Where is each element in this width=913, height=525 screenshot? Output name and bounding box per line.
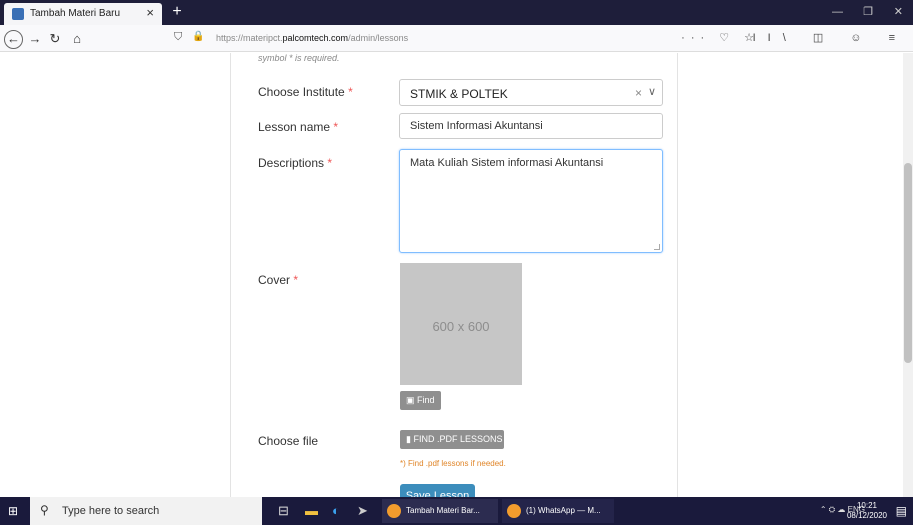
navigation-bar: ← → ↻ ⌂ ⛉ 🔒 https://materipct.palcomtech… [0, 25, 913, 52]
chevron-down-icon[interactable]: ∨ [648, 85, 656, 98]
search-placeholder: Type here to search [62, 505, 160, 517]
choose-file-label: Choose file [258, 434, 319, 448]
institute-selected-value: STMIK & POLTEK [410, 87, 508, 101]
windows-taskbar: ⊞ ⚲ Type here to search ⊟ ▬ ◐ ➤ Tambah M… [0, 497, 913, 525]
shield-icon[interactable]: ⛉ [174, 31, 182, 44]
taskbar-app-firefox[interactable]: Tambah Materi Bar... [382, 499, 498, 523]
firefox-icon [507, 504, 521, 518]
reload-button[interactable]: ↻ [46, 30, 64, 48]
find-pdf-button[interactable]: ▮ FIND .PDF LESSONS [400, 430, 504, 449]
required-note: symbol * is required. [258, 53, 340, 63]
task-view-icon[interactable]: ⊟ [278, 503, 289, 519]
file-explorer-icon[interactable]: ▬ [305, 503, 318, 519]
notification-icon[interactable]: ▤ [896, 504, 907, 518]
browser-tab[interactable]: Tambah Materi Baru × [4, 3, 162, 25]
cover-placeholder-text: 600 x 600 [432, 319, 490, 334]
home-button[interactable]: ⌂ [68, 30, 86, 48]
back-button[interactable]: ← [4, 30, 23, 49]
firefox-icon [387, 504, 401, 518]
tab-title: Tambah Materi Baru [30, 8, 121, 19]
search-icon: ⚲ [40, 503, 49, 517]
page-actions-icons[interactable]: ··· ♡ ☆ [681, 31, 760, 44]
find-cover-button[interactable]: ▣ Find [400, 391, 441, 410]
minimize-icon[interactable]: — [832, 6, 843, 18]
close-window-icon[interactable]: ✕ [894, 6, 903, 18]
lesson-name-input[interactable]: Sistem Informasi Akuntansi [399, 113, 663, 139]
resize-handle[interactable] [654, 244, 660, 250]
cover-label: Cover * [258, 273, 299, 287]
descriptions-label: Descriptions * [258, 156, 333, 170]
toolbar-icons[interactable]: II\ ◫ ☺ ≡ [753, 31, 907, 44]
descriptions-text: Mata Kuliah Sistem informasi Akuntansi [410, 157, 604, 169]
file-icon: ▮ [406, 434, 411, 444]
taskbar-search[interactable]: ⚲ Type here to search [30, 497, 262, 525]
pinned-app-icon[interactable]: ➤ [357, 503, 368, 519]
lesson-name-label: Lesson name * [258, 120, 339, 134]
address-bar[interactable]: ⛉ 🔒 https://materipct.palcomtech.com/adm… [168, 29, 766, 49]
pdf-hint: *) Find .pdf lessons if needed. [400, 459, 506, 468]
institute-select[interactable]: STMIK & POLTEK × ∨ [399, 79, 663, 106]
tab-close-icon[interactable]: × [146, 6, 154, 20]
page-content: symbol * is required. Choose Institute *… [0, 53, 913, 497]
forward-button[interactable]: → [26, 30, 44, 48]
cover-preview-image: 600 x 600 [400, 263, 522, 385]
new-tab-button[interactable]: + [168, 3, 186, 21]
taskbar-clock[interactable]: 10:21 08/12/2020 [847, 501, 887, 521]
save-lesson-button[interactable]: Save Lesson [400, 484, 475, 497]
restore-icon[interactable]: ❐ [863, 6, 873, 18]
windows-start-icon[interactable]: ⊞ [8, 504, 18, 518]
descriptions-textarea[interactable]: Mata Kuliah Sistem informasi Akuntansi [399, 149, 663, 253]
favicon-icon [12, 8, 24, 20]
clear-icon[interactable]: × [635, 86, 642, 100]
lock-icon[interactable]: 🔒 [192, 31, 204, 42]
institute-label: Choose Institute * [258, 85, 353, 99]
page-scrollbar[interactable] [903, 53, 913, 497]
taskbar-app-whatsapp[interactable]: (1) WhatsApp — M... [502, 499, 614, 523]
browser-tab-bar: Tambah Materi Baru × + — ❐ ✕ [0, 0, 913, 25]
edge-icon[interactable]: ◐ [332, 503, 340, 519]
image-icon: ▣ [406, 395, 415, 405]
url-text[interactable]: https://materipct.palcomtech.com/admin/l… [216, 33, 408, 43]
scrollbar-thumb[interactable] [904, 163, 912, 363]
